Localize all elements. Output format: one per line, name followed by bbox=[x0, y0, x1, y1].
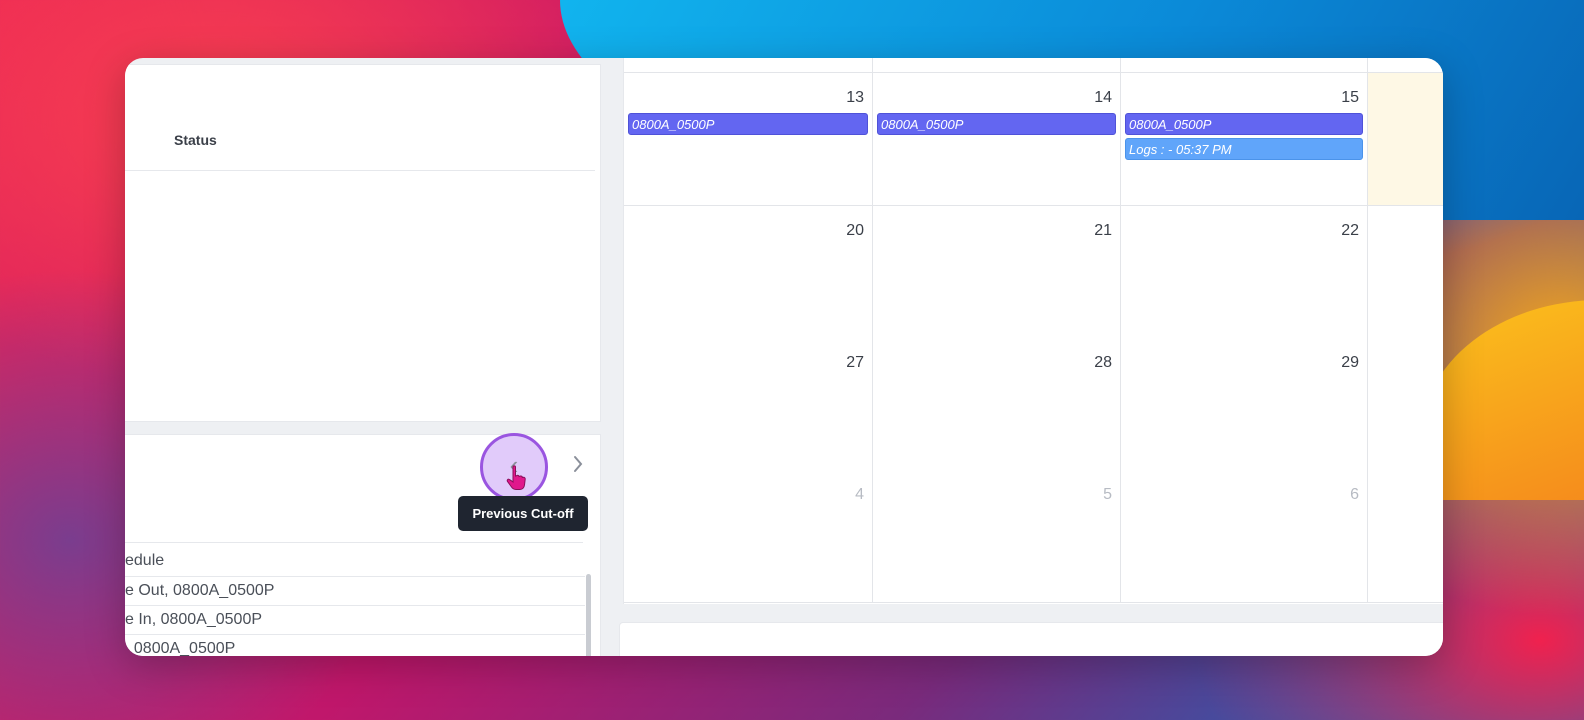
month-calendar: 13 0800A_0500P 14 0800A_0500P 15 0800A_0500P L… bbox=[623, 58, 1443, 604]
wallpaper-wave-orange bbox=[1420, 300, 1584, 500]
calendar-day-cell[interactable] bbox=[1368, 73, 1443, 206]
calendar-day-cell[interactable]: 6 bbox=[1121, 470, 1368, 603]
calendar-day-cell[interactable]: 29 bbox=[1121, 338, 1368, 471]
schedule-row: e In, 0800A_0500P bbox=[125, 605, 585, 634]
calendar-column-line bbox=[1120, 58, 1121, 73]
schedule-scrollbar[interactable] bbox=[586, 574, 591, 656]
app-window: Status ‹ Previous Cut-off edule e Out, 0… bbox=[125, 58, 1443, 656]
attendance-table-panel: Status bbox=[125, 64, 601, 422]
next-cutoff-button[interactable] bbox=[566, 452, 590, 476]
calendar-column-line bbox=[1367, 58, 1368, 73]
hand-pointer-icon bbox=[506, 465, 526, 490]
chevron-right-icon bbox=[574, 456, 583, 472]
schedule-column-header: edule bbox=[125, 552, 165, 569]
calendar-day-cell[interactable]: 5 bbox=[873, 470, 1121, 603]
calendar-day-cell[interactable]: 13 0800A_0500P bbox=[624, 73, 873, 206]
calendar-day-number: 15 bbox=[1341, 89, 1359, 106]
shift-event[interactable]: 0800A_0500P bbox=[877, 113, 1116, 135]
calendar-day-cell[interactable]: 27 bbox=[624, 338, 873, 471]
calendar-day-number: 14 bbox=[1094, 89, 1112, 106]
calendar-day-number: 6 bbox=[1350, 486, 1359, 503]
schedule-row: , 0800A_0500P bbox=[125, 634, 585, 656]
calendar-footer-panel bbox=[619, 622, 1443, 656]
calendar-day-number: 20 bbox=[846, 222, 864, 239]
calendar-prev-row-edge bbox=[624, 58, 1443, 73]
calendar-day-cell[interactable]: 4 bbox=[624, 470, 873, 603]
calendar-day-cell[interactable] bbox=[1368, 206, 1443, 339]
calendar-day-cell[interactable]: 14 0800A_0500P bbox=[873, 73, 1121, 206]
schedule-header-divider bbox=[125, 542, 583, 543]
calendar-day-number: 21 bbox=[1094, 222, 1112, 239]
calendar-day-number: 22 bbox=[1341, 222, 1359, 239]
calendar-day-number: 5 bbox=[1103, 486, 1112, 503]
calendar-day-cell[interactable]: 15 0800A_0500P Logs : - 05:37 PM bbox=[1121, 73, 1368, 206]
calendar-day-cell[interactable]: 22 bbox=[1121, 206, 1368, 339]
calendar-day-number: 13 bbox=[846, 89, 864, 106]
calendar-day-cell[interactable] bbox=[1368, 338, 1443, 471]
calendar-column-line bbox=[872, 58, 873, 73]
previous-cutoff-tooltip: Previous Cut-off bbox=[458, 496, 588, 531]
shift-event[interactable]: 0800A_0500P bbox=[1125, 113, 1363, 135]
calendar-day-cell[interactable] bbox=[1368, 470, 1443, 603]
status-column-header: Status bbox=[174, 132, 217, 148]
shift-event[interactable]: 0800A_0500P bbox=[628, 113, 868, 135]
calendar-day-number: 4 bbox=[855, 486, 864, 503]
calendar-day-number: 29 bbox=[1341, 354, 1359, 371]
calendar-day-cell[interactable]: 21 bbox=[873, 206, 1121, 339]
table-header-divider bbox=[125, 170, 595, 171]
calendar-day-cell[interactable]: 28 bbox=[873, 338, 1121, 471]
calendar-day-number: 27 bbox=[846, 354, 864, 371]
calendar-day-number: 28 bbox=[1094, 354, 1112, 371]
calendar-day-cell[interactable]: 20 bbox=[624, 206, 873, 339]
log-event[interactable]: Logs : - 05:37 PM bbox=[1125, 138, 1363, 160]
schedule-row: e Out, 0800A_0500P bbox=[125, 576, 585, 605]
